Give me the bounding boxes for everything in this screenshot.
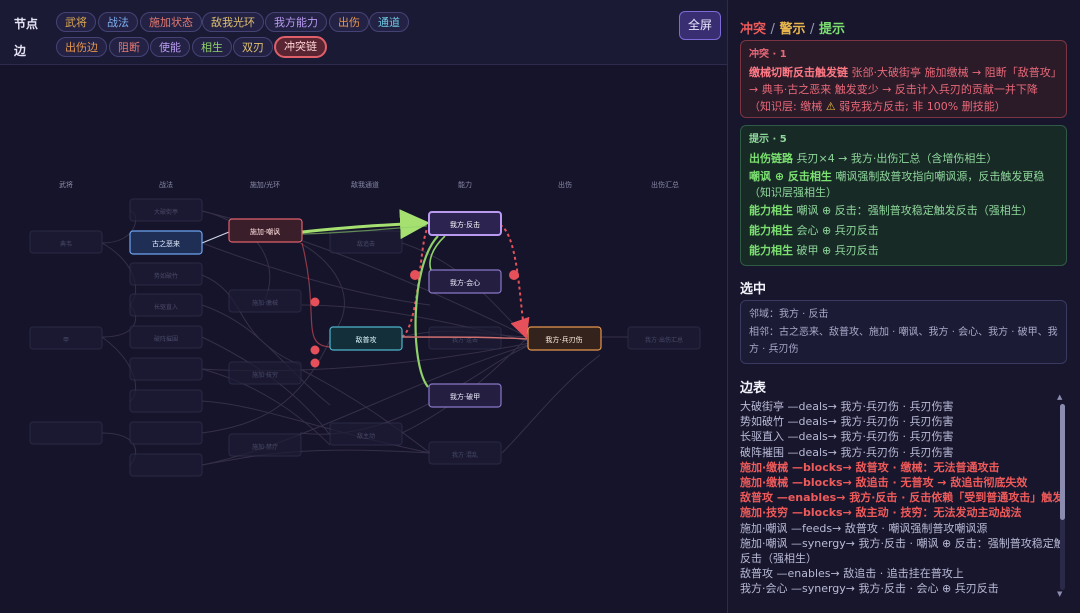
selected-adjacent: 相邻：古之恶来、敌普攻、施加 · 嘲讽、我方 · 会心、我方 · 破甲、我方 ·…	[749, 327, 1058, 355]
edge-row[interactable]: 势如破竹 —deals→ 我方·兵刃伤 · 兵刃伤害	[740, 414, 1060, 429]
hint-item: 能力相生 会心 ⊕ 兵刃反击	[749, 224, 879, 237]
ghost-label: 施加·技穷	[252, 371, 278, 379]
edge-row[interactable]: 大破街亭 —deals→ 我方·兵刃伤 · 兵刃伤害	[740, 399, 1060, 414]
node-apply-taunt[interactable]: 施加·嘲讽	[228, 218, 303, 243]
panel-title: 冲突 / 警示 / 提示	[740, 22, 845, 37]
edge-synergy-break[interactable]	[414, 235, 439, 388]
ghost-label: 破阵摧围	[154, 335, 178, 343]
selected-neighborhood: 邻域：我方 · 反击	[749, 309, 829, 320]
node-filter-label: 节点	[14, 17, 39, 31]
relationship-graph: 武将 战法 施加/光环 敌我通道 能力 出伤 出伤汇总 典韦 甲 大破街亭 势如…	[29, 180, 701, 477]
ghost-label: 我方·出伤汇总	[645, 336, 683, 344]
ghost-label: 大破街亭	[154, 208, 178, 216]
node-chip-status[interactable]: 施加状态	[140, 12, 202, 32]
ghost-dianwei: 典韦	[60, 240, 72, 248]
svg-text:我方·兵刃伤: 我方·兵刃伤	[545, 335, 582, 344]
graph-panel: 节点 边 武将 战法 施加状态 敌我光环 我方能力 出伤 通道 出伤边 阻断 使…	[0, 0, 728, 613]
scroll-up-icon[interactable]: ▲	[1057, 393, 1062, 401]
node-chip-aura[interactable]: 敌我光环	[202, 12, 264, 32]
hint-item: （知识层强相生）	[749, 186, 837, 199]
node-guzhi-elai[interactable]: 古之恶来	[129, 230, 203, 255]
ghost-label: 施加·缴械	[252, 299, 278, 307]
ghost-label: 敌追击	[357, 240, 375, 248]
edge-chip-conflict-chain[interactable]: 冲突链	[274, 36, 327, 58]
svg-text:古之恶来: 古之恶来	[152, 239, 180, 248]
svg-text:我方·破甲: 我方·破甲	[450, 392, 480, 401]
scroll-down-icon[interactable]: ▼	[1057, 590, 1062, 598]
node-enemy-normal-attack[interactable]: 敌普攻	[329, 326, 403, 351]
edge-row[interactable]: 施加·技穷 —blocks→ 敌主动 · 技穷：无法发动主动战法	[740, 505, 1060, 520]
node-chip-general[interactable]: 武将	[56, 12, 96, 32]
col-header-status: 施加/光环	[250, 180, 280, 189]
edge-row[interactable]: 我方·会心 —synergy→ 我方·反击 · 会心 ⊕ 兵刃反击	[740, 581, 1060, 596]
node-chip-ability[interactable]: 我方能力	[265, 12, 327, 32]
edge-chip-double-edge[interactable]: 双刃	[233, 37, 273, 57]
col-header-damage-total: 出伤汇总	[651, 180, 679, 189]
col-header-channel: 敌我通道	[351, 180, 379, 189]
edge-row[interactable]: 施加·缴械 —blocks→ 敌普攻 · 缴械：无法普通攻击	[740, 460, 1060, 475]
conflict-box: 冲突 · 1 缴械切断反击触发链 张郃·大破街亭 施加缴械 → 阻断「敌普攻」→…	[740, 40, 1067, 118]
selected-box: 邻域：我方 · 反击 相邻：古之恶来、敌普攻、施加 · 嘲讽、我方 · 会心、我…	[740, 300, 1067, 364]
node-chip-damage[interactable]: 出伤	[329, 12, 369, 32]
col-header-ability: 能力	[458, 180, 472, 189]
edge-list-title: 边表	[740, 381, 767, 396]
edge-row[interactable]: 反击（强相生）	[740, 551, 1060, 566]
edge-conflict-damage[interactable]	[499, 224, 530, 339]
ghost-label: 敌主动	[357, 432, 375, 440]
hint-item: 嘲讽 ⊕ 反击相生 嘲讽强制敌普攻指向嘲讽源，反击触发更稳	[749, 170, 1045, 183]
conflict-marker[interactable]	[310, 345, 320, 355]
node-armor-break[interactable]: 我方·破甲	[428, 383, 502, 408]
conflict-text: 缴械切断反击触发链 张郃·大破街亭 施加缴械 → 阻断「敌普攻」→ 典韦·古之恶…	[749, 66, 1057, 113]
filter-toolbar: 节点 边 武将 战法 施加状态 敌我光环 我方能力 出伤 通道 出伤边 阻断 使…	[0, 0, 727, 65]
svg-text:施加·嘲讽: 施加·嘲讽	[250, 227, 280, 236]
edge-chip-synergy[interactable]: 相生	[192, 37, 232, 57]
node-counter-attack[interactable]: 我方·反击	[428, 211, 502, 236]
ghost-label: 施加·禁疗	[252, 443, 278, 451]
edge-row[interactable]: 施加·嘲讽 —feeds→ 敌普攻 · 嘲讽强制普攻嘲讽源	[740, 521, 1060, 536]
node-critical[interactable]: 我方·会心	[428, 269, 502, 294]
svg-text:敌普攻: 敌普攻	[356, 335, 377, 344]
col-header-tactic: 战法	[159, 180, 173, 189]
edge-row[interactable]: 敌普攻 —enables→ 我方·反击 · 反击依赖「受到普通攻击」触发	[740, 490, 1060, 505]
scrollbar-thumb[interactable]	[1060, 404, 1065, 520]
ghost-label: 甲	[63, 337, 69, 344]
edge-chip-enable[interactable]: 使能	[150, 37, 190, 57]
ghost-label: 长驱直入	[154, 303, 178, 311]
conflict-marker[interactable]	[310, 297, 320, 307]
ghost-label: 势如破竹	[154, 272, 178, 280]
conflict-count: 冲突 · 1	[749, 49, 787, 60]
edge-chip-damage[interactable]: 出伤边	[56, 37, 107, 57]
hint-item: 出伤链路 兵刃×4 → 我方·出伤汇总（含增伤相生）	[749, 152, 998, 165]
hint-item: 能力相生 嘲讽 ⊕ 反击：强制普攻稳定触发反击（强相生）	[749, 204, 1033, 217]
edge-row[interactable]: 施加·缴械 —blocks→ 敌追击 · 无普攻 → 敌追击彻底失效	[740, 475, 1060, 490]
node-chip-channel[interactable]: 通道	[369, 12, 409, 32]
edge-row[interactable]: 施加·嘲讽 —synergy→ 我方·反击 · 嘲讽 ⊕ 反击：强制普攻稳定触发	[740, 536, 1060, 551]
edge-list[interactable]: 大破街亭 —deals→ 我方·兵刃伤 · 兵刃伤害 势如破竹 —deals→ …	[740, 399, 1060, 599]
warning-icon: ⚠	[825, 100, 836, 113]
conflict-marker[interactable]	[410, 270, 420, 280]
ghost-label: 我方·混乱	[452, 451, 478, 459]
hint-count: 提示 · 5	[749, 134, 787, 145]
selected-title: 选中	[740, 282, 767, 297]
edge-row[interactable]: 长驱直入 —deals→ 我方·兵刃伤 · 兵刃伤害	[740, 429, 1060, 444]
edge-row[interactable]: 敌普攻 —enables→ 敌追击 · 追击挂在普攻上	[740, 566, 1060, 581]
hint-box: 提示 · 5 出伤链路 兵刃×4 → 我方·出伤汇总（含增伤相生） 嘲讽 ⊕ 反…	[740, 125, 1067, 266]
conflict-marker[interactable]	[509, 270, 519, 280]
svg-text:我方·反击: 我方·反击	[450, 220, 480, 229]
node-chip-tactic[interactable]: 战法	[98, 12, 138, 32]
conflict-marker[interactable]	[310, 358, 320, 368]
col-header-damage: 出伤	[558, 180, 572, 189]
edge-chip-block[interactable]: 阻断	[109, 37, 149, 57]
node-blade-damage[interactable]: 我方·兵刃伤	[527, 326, 602, 351]
fullscreen-button[interactable]: 全屏	[679, 11, 721, 40]
svg-text:我方·会心: 我方·会心	[450, 278, 480, 287]
col-header-general: 武将	[59, 180, 73, 189]
hint-item: 能力相生 破甲 ⊕ 兵刃反击	[749, 244, 879, 257]
edge-row[interactable]: 破阵摧围 —deals→ 我方·兵刃伤 · 兵刃伤害	[740, 445, 1060, 460]
edge-filter-label: 边	[14, 44, 27, 58]
